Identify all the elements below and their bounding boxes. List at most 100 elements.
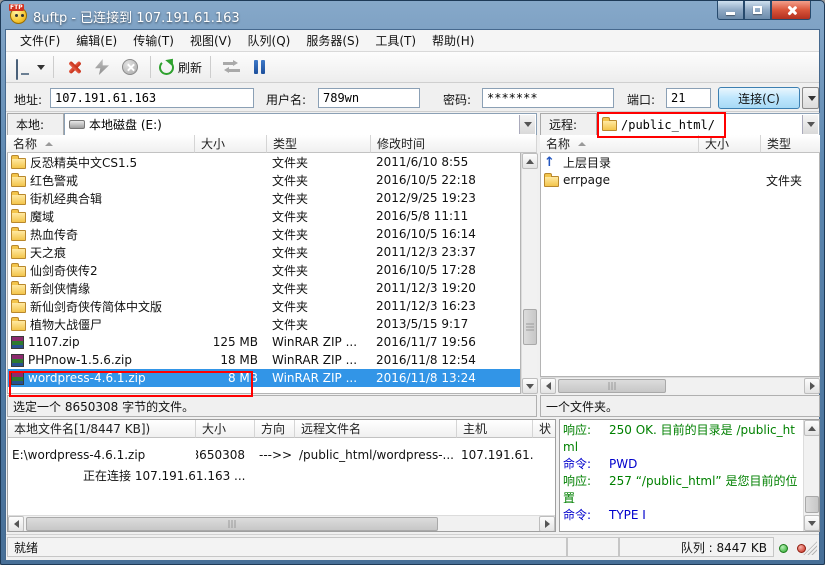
folder-icon bbox=[11, 248, 26, 259]
file-row[interactable]: ↑上层目录 bbox=[541, 153, 819, 171]
file-modified-cell: 2016/10/5 17:28 bbox=[372, 263, 521, 277]
menu-item[interactable]: 文件(F) bbox=[12, 29, 68, 52]
file-name-cell: 天之痕 bbox=[8, 244, 196, 261]
cancel-circle-icon bbox=[122, 59, 138, 75]
remote-path-dropdown-button[interactable] bbox=[802, 115, 818, 134]
disconnect-button[interactable] bbox=[61, 54, 87, 80]
address-input[interactable] bbox=[50, 88, 254, 108]
pause-queue-button[interactable] bbox=[246, 54, 272, 80]
file-type-cell: WinRAR ZIP ... bbox=[268, 371, 372, 385]
menu-item[interactable]: 队列(Q) bbox=[240, 29, 299, 52]
column-header[interactable]: 类型 bbox=[267, 135, 371, 153]
menu-item[interactable]: 服务器(S) bbox=[298, 29, 367, 52]
file-row[interactable]: wordpress-4.6.1.zip8 MBWinRAR ZIP ...201… bbox=[8, 369, 520, 387]
column-header[interactable]: 名称 bbox=[7, 135, 195, 153]
transfer-queue-button[interactable] bbox=[218, 54, 244, 80]
minimize-button[interactable] bbox=[717, 1, 744, 20]
maximize-button[interactable] bbox=[744, 1, 771, 20]
column-header-label: 名称 bbox=[546, 135, 570, 152]
file-name-cell: 红色警戒 bbox=[8, 172, 196, 189]
file-row[interactable]: 1107.zip125 MBWinRAR ZIP ...2016/11/7 19… bbox=[8, 333, 520, 351]
port-input[interactable] bbox=[666, 88, 711, 108]
file-row[interactable]: errpage文件夹 bbox=[541, 171, 819, 189]
connect-button[interactable]: 连接(C) bbox=[718, 87, 800, 109]
file-row[interactable]: 热血传奇文件夹2016/10/5 16:14 bbox=[8, 225, 520, 243]
file-row[interactable]: 反恐精英中文CS1.5文件夹2011/6/10 8:55 bbox=[8, 153, 520, 171]
local-path-combobox[interactable]: 本地磁盘 (E:) bbox=[64, 113, 537, 136]
sort-ascending-icon bbox=[578, 142, 586, 146]
column-header[interactable]: 大小 bbox=[196, 420, 255, 438]
file-row[interactable]: 植物大战僵尸文件夹2013/5/15 9:17 bbox=[8, 315, 520, 333]
scrollbar-thumb[interactable] bbox=[558, 379, 666, 393]
ftp-log-panel[interactable]: 响应:250 OK. 目前的目录是 /public_html命令:PWD响应:2… bbox=[559, 419, 820, 532]
column-header[interactable]: 方向 bbox=[255, 420, 295, 438]
scrollbar-thumb[interactable] bbox=[805, 496, 819, 513]
queue-horizontal-scrollbar[interactable] bbox=[8, 515, 555, 531]
column-header[interactable]: 修改时间 bbox=[371, 135, 537, 153]
abort-button[interactable] bbox=[89, 54, 115, 80]
queue-row[interactable]: E:\wordpress-4.6.1.zip8650308--->>/publi… bbox=[8, 445, 533, 464]
up-icon: ↑ bbox=[544, 156, 559, 169]
menu-bar: 文件(F)编辑(E)传输(T)视图(V)队列(Q)服务器(S)工具(T)帮助(H… bbox=[6, 30, 819, 52]
file-name-cell: 反恐精英中文CS1.5 bbox=[8, 154, 196, 171]
file-row[interactable]: 新仙剑奇侠传简体中文版文件夹2011/12/3 16:23 bbox=[8, 297, 520, 315]
remote-path-combobox[interactable]: /public_html/ bbox=[597, 113, 820, 136]
menu-item[interactable]: 传输(T) bbox=[125, 29, 182, 52]
file-row[interactable]: 魔域文件夹2016/5/8 11:11 bbox=[8, 207, 520, 225]
file-row[interactable]: PHPnow-1.5.6.zip18 MBWinRAR ZIP ...2016/… bbox=[8, 351, 520, 369]
connect-server-button[interactable] bbox=[15, 54, 46, 80]
resize-grip[interactable] bbox=[803, 541, 817, 555]
password-input[interactable] bbox=[482, 88, 614, 108]
column-header[interactable]: 状 bbox=[533, 420, 556, 438]
stop-button[interactable] bbox=[117, 54, 143, 80]
menu-item[interactable]: 编辑(E) bbox=[68, 29, 125, 52]
local-vertical-scrollbar[interactable] bbox=[521, 153, 537, 394]
scroll-up-button[interactable] bbox=[522, 153, 538, 169]
local-pane-header: 本地: 本地磁盘 (E:) bbox=[7, 113, 537, 136]
refresh-button[interactable]: 刷新 bbox=[158, 54, 203, 80]
password-label: 密码: bbox=[443, 91, 471, 108]
file-name-cell: 1107.zip bbox=[8, 335, 196, 349]
remote-label: 远程: bbox=[540, 113, 597, 136]
column-header[interactable]: 类型 bbox=[761, 135, 820, 153]
remote-horizontal-scrollbar[interactable] bbox=[540, 377, 820, 393]
remote-file-list[interactable]: ↑上层目录errpage文件夹 bbox=[540, 153, 820, 377]
file-row[interactable]: 街机经典合辑文件夹2012/9/25 19:23 bbox=[8, 189, 520, 207]
title-bar[interactable]: FTP 8uftp - 已连接到 107.191.61.163 bbox=[1, 1, 824, 29]
file-row[interactable]: 红色警戒文件夹2016/10/5 22:18 bbox=[8, 171, 520, 189]
menu-item[interactable]: 视图(V) bbox=[182, 29, 240, 52]
file-modified-cell: 2011/12/3 19:20 bbox=[372, 281, 521, 295]
file-modified-cell: 2011/12/3 16:23 bbox=[372, 299, 521, 313]
menu-item[interactable]: 工具(T) bbox=[367, 29, 424, 52]
scrollbar-thumb[interactable] bbox=[523, 309, 537, 345]
file-row[interactable]: 仙剑奇侠传2文件夹2016/10/5 17:28 bbox=[8, 261, 520, 279]
column-header[interactable]: 远程文件名 bbox=[295, 420, 457, 438]
column-header[interactable]: 名称 bbox=[540, 135, 699, 153]
transfer-queue-panel[interactable]: 本地文件名[1/8447 KB])大小方向远程文件名主机状 E:\wordpre… bbox=[7, 419, 556, 532]
username-input[interactable] bbox=[318, 88, 420, 108]
local-file-list[interactable]: 反恐精英中文CS1.5文件夹2011/6/10 8:55红色警戒文件夹2016/… bbox=[7, 153, 521, 394]
column-header[interactable]: 大小 bbox=[699, 135, 761, 153]
log-vertical-scrollbar[interactable] bbox=[803, 420, 819, 531]
scrollbar-thumb[interactable] bbox=[26, 517, 438, 531]
status-empty-segment bbox=[567, 537, 619, 557]
file-row[interactable]: 新剑侠情缘文件夹2011/12/3 19:20 bbox=[8, 279, 520, 297]
connect-dropdown-button[interactable] bbox=[802, 87, 819, 109]
column-header[interactable]: 本地文件名[1/8447 KB]) bbox=[8, 420, 196, 438]
local-path-dropdown-button[interactable] bbox=[519, 115, 535, 134]
scroll-down-button[interactable] bbox=[804, 515, 820, 531]
scroll-left-button[interactable] bbox=[8, 516, 24, 532]
column-header-label: 修改时间 bbox=[377, 135, 425, 152]
file-row[interactable]: 天之痕文件夹2011/12/3 23:37 bbox=[8, 243, 520, 261]
column-header[interactable]: 大小 bbox=[195, 135, 267, 153]
file-name-cell: 街机经典合辑 bbox=[8, 190, 196, 207]
scroll-right-button[interactable] bbox=[804, 378, 820, 394]
scroll-left-button[interactable] bbox=[540, 378, 556, 394]
file-name-cell: 新仙剑奇侠传简体中文版 bbox=[8, 298, 196, 315]
menu-item[interactable]: 帮助(H) bbox=[424, 29, 482, 52]
close-button[interactable] bbox=[771, 1, 811, 20]
scroll-down-button[interactable] bbox=[522, 378, 538, 394]
scroll-up-button[interactable] bbox=[804, 420, 820, 436]
column-header[interactable]: 主机 bbox=[457, 420, 533, 438]
scroll-right-button[interactable] bbox=[539, 516, 555, 532]
